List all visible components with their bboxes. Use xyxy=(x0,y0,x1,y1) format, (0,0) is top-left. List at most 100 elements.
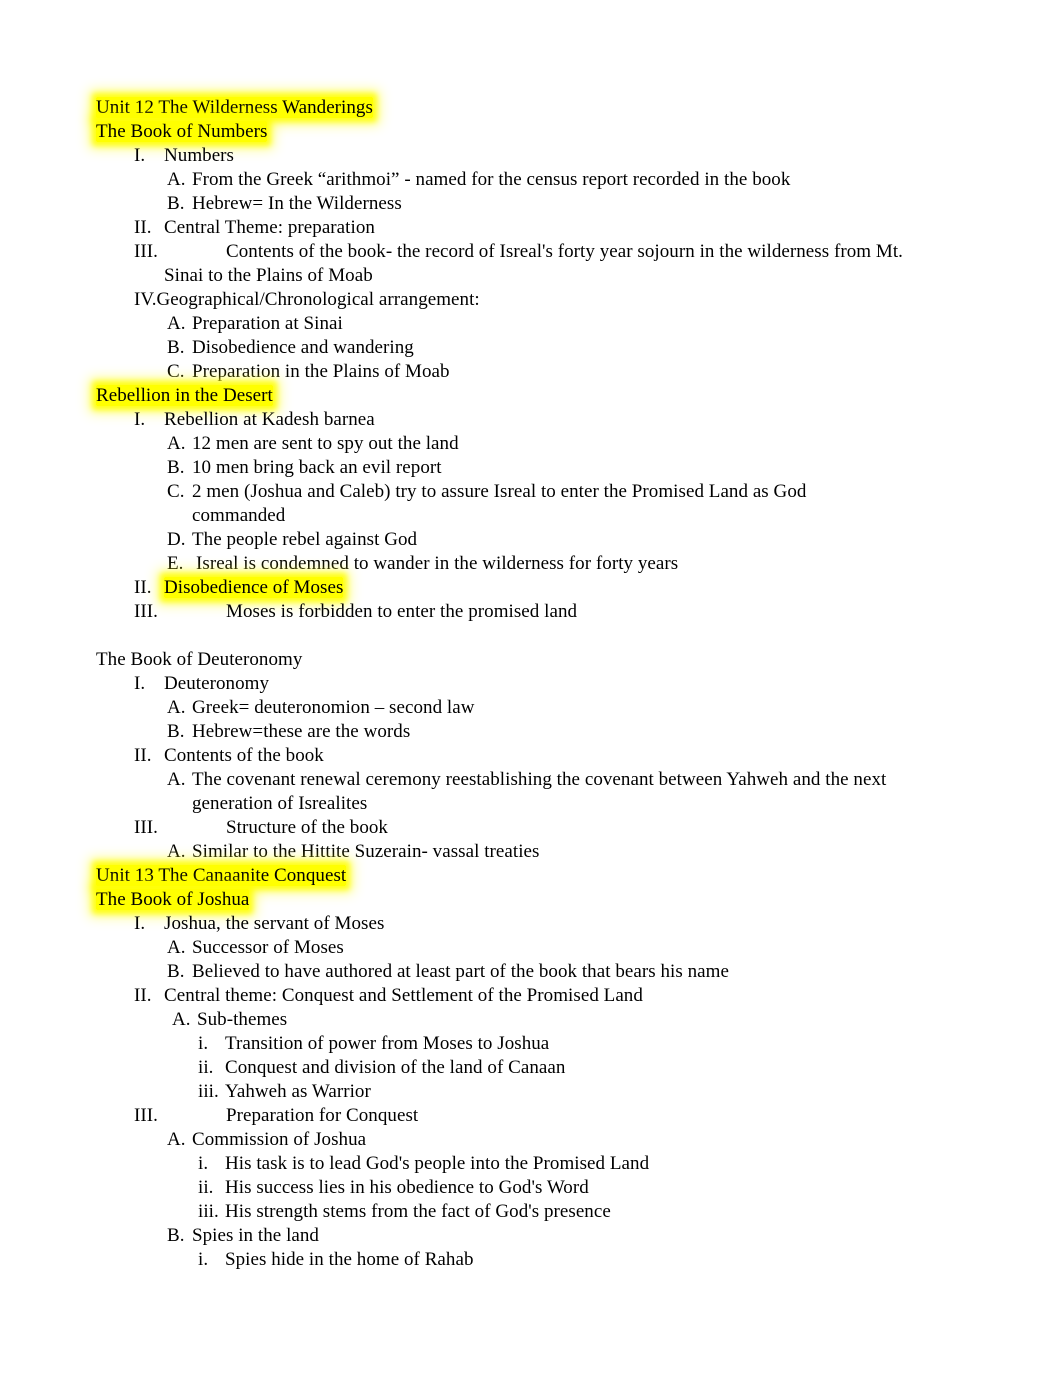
outline-item: ii. His success lies in his obedience to … xyxy=(198,1176,1006,1200)
item-text: Contents of the book- the record of Isre… xyxy=(226,241,903,262)
outline-item: i. Transition of power from Moses to Josh… xyxy=(198,1032,1006,1056)
outline-item: I. Joshua, the servant of Moses xyxy=(134,912,1006,936)
item-text: Hebrew= In the Wilderness xyxy=(192,193,402,214)
list-marker: iii. xyxy=(198,1201,219,1222)
list-marker: I. xyxy=(134,673,146,694)
outline-item: B. Hebrew=these are the words xyxy=(167,720,1006,744)
item-text: Conquest and division of the land of Can… xyxy=(225,1057,566,1078)
list-marker: I. xyxy=(134,913,146,934)
outline-item: C. Preparation in the Plains of Moab xyxy=(167,360,1006,384)
outline-heading: The Book of Deuteronomy xyxy=(96,648,1006,672)
list-marker: C. xyxy=(167,481,185,502)
outline-item: A. Sub-themes xyxy=(172,1008,1006,1032)
item-text: Joshua, the servant of Moses xyxy=(164,913,385,934)
item-text: The people rebel against God xyxy=(192,529,418,550)
list-marker: B. xyxy=(167,193,185,214)
list-marker: ii. xyxy=(198,1177,214,1198)
outline-item: iii. Yahweh as Warrior xyxy=(198,1080,1006,1104)
item-text: Isreal is condemned to wander in the wil… xyxy=(196,553,679,574)
outline-heading: Unit 12 The Wilderness Wanderings xyxy=(96,96,1006,120)
item-text: Sub-themes xyxy=(197,1009,288,1030)
outline-item: I. Numbers xyxy=(134,144,1006,168)
outline-item: E. Isreal is condemned to wander in the w… xyxy=(167,552,1006,576)
list-marker: III. xyxy=(134,1105,158,1126)
outline-item: B. Spies in the land xyxy=(167,1224,1006,1248)
outline-item: B. Disobedience and wandering xyxy=(167,336,1006,360)
wrapped-line: commanded xyxy=(167,504,1006,528)
outline-item: III. Contents of the book- the record of … xyxy=(134,240,1006,264)
item-text: Disobedience of Moses xyxy=(164,577,344,598)
heading-text: The Book of Numbers xyxy=(96,121,268,142)
item-text: Similar to the Hittite Suzerain- vassal … xyxy=(192,841,540,862)
list-marker: A. xyxy=(167,937,186,958)
item-text: Greek= deuteronomion – second law xyxy=(192,697,475,718)
item-text: Structure of the book xyxy=(226,817,388,838)
outline-item: A. Similar to the Hittite Suzerain- vassa… xyxy=(167,840,1006,864)
item-text: Numbers xyxy=(164,145,235,166)
list-marker: A. xyxy=(167,433,186,454)
list-marker: A. xyxy=(167,769,186,790)
item-text: From the Greek “arithmoi” - named for th… xyxy=(192,169,791,190)
outline-item: B. Hebrew= In the Wilderness xyxy=(167,192,1006,216)
outline-item: i. His task is to lead God's people into … xyxy=(198,1152,1006,1176)
outline-item: IV.Geographical/Chronological arrangemen… xyxy=(134,288,1006,312)
list-marker: B. xyxy=(167,457,185,478)
outline-item: II. Central Theme: preparation xyxy=(134,216,1006,240)
list-marker: A. xyxy=(167,169,186,190)
item-text: Successor of Moses xyxy=(192,937,344,958)
list-marker: A. xyxy=(167,697,186,718)
list-marker: A. xyxy=(167,1129,186,1150)
heading-text: The Book of Deuteronomy xyxy=(96,649,303,670)
list-marker: i. xyxy=(198,1249,209,1270)
list-marker: A. xyxy=(167,841,186,862)
wrapped-text: generation of Isrealites xyxy=(192,793,368,814)
item-text: 12 men are sent to spy out the land xyxy=(192,433,459,454)
outline-heading: The Book of Joshua xyxy=(96,888,1006,912)
list-marker: C. xyxy=(167,361,185,382)
list-marker: A. xyxy=(167,313,186,334)
wrapped-line: Sinai to the Plains of Moab xyxy=(134,264,1006,288)
list-marker: i. xyxy=(198,1153,209,1174)
outline-item: A. Preparation at Sinai xyxy=(167,312,1006,336)
list-marker: II. xyxy=(134,745,152,766)
item-text: His strength stems from the fact of God'… xyxy=(225,1201,611,1222)
heading-text: Rebellion in the Desert xyxy=(96,385,273,406)
outline-item: A. Greek= deuteronomion – second law xyxy=(167,696,1006,720)
outline-item: A. The covenant renewal ceremony reestabl… xyxy=(167,768,1006,792)
outline-item: i. Spies hide in the home of Rahab xyxy=(198,1248,1006,1272)
list-marker: B. xyxy=(167,721,185,742)
list-marker: II. xyxy=(134,985,152,1006)
list-marker: III. xyxy=(134,241,158,262)
item-text: Central Theme: preparation xyxy=(164,217,375,238)
wrapped-text: Sinai to the Plains of Moab xyxy=(164,265,373,286)
outline-item: D. The people rebel against God xyxy=(167,528,1006,552)
outline-item: A. Successor of Moses xyxy=(167,936,1006,960)
outline-item: A. 12 men are sent to spy out the land xyxy=(167,432,1006,456)
outline-item: A. From the Greek “arithmoi” - named for … xyxy=(167,168,1006,192)
list-marker: A. xyxy=(172,1009,191,1030)
list-marker: ii. xyxy=(198,1057,214,1078)
item-text: Preparation for Conquest xyxy=(226,1105,419,1126)
list-marker: III. xyxy=(134,601,158,622)
list-marker: iii. xyxy=(198,1081,219,1102)
item-text: Hebrew=these are the words xyxy=(192,721,411,742)
outline-item: C. 2 men (Joshua and Caleb) try to assure… xyxy=(167,480,1006,504)
outline-body: Unit 12 The Wilderness Wanderings The Boo… xyxy=(96,96,1006,1272)
heading-text: The Book of Joshua xyxy=(96,889,250,910)
list-marker: B. xyxy=(167,1225,185,1246)
document-page: Unit 12 The Wilderness Wanderings The Boo… xyxy=(0,0,1062,1377)
outline-item: B. 10 men bring back an evil report xyxy=(167,456,1006,480)
outline-item: iii. His strength stems from the fact of … xyxy=(198,1200,1006,1224)
outline-item: ii. Conquest and division of the land of … xyxy=(198,1056,1006,1080)
item-text: His success lies in his obedience to God… xyxy=(225,1177,589,1198)
list-marker: II. xyxy=(134,217,152,238)
item-text: The covenant renewal ceremony reestablis… xyxy=(192,769,887,790)
heading-text: Unit 13 The Canaanite Conquest xyxy=(96,865,347,886)
list-marker: D. xyxy=(167,529,186,550)
outline-item: II. Central theme: Conquest and Settlemen… xyxy=(134,984,1006,1008)
item-text: Central theme: Conquest and Settlement o… xyxy=(164,985,643,1006)
wrapped-text: commanded xyxy=(192,505,286,526)
list-marker: II. xyxy=(134,577,152,598)
item-text: Yahweh as Warrior xyxy=(225,1081,371,1102)
